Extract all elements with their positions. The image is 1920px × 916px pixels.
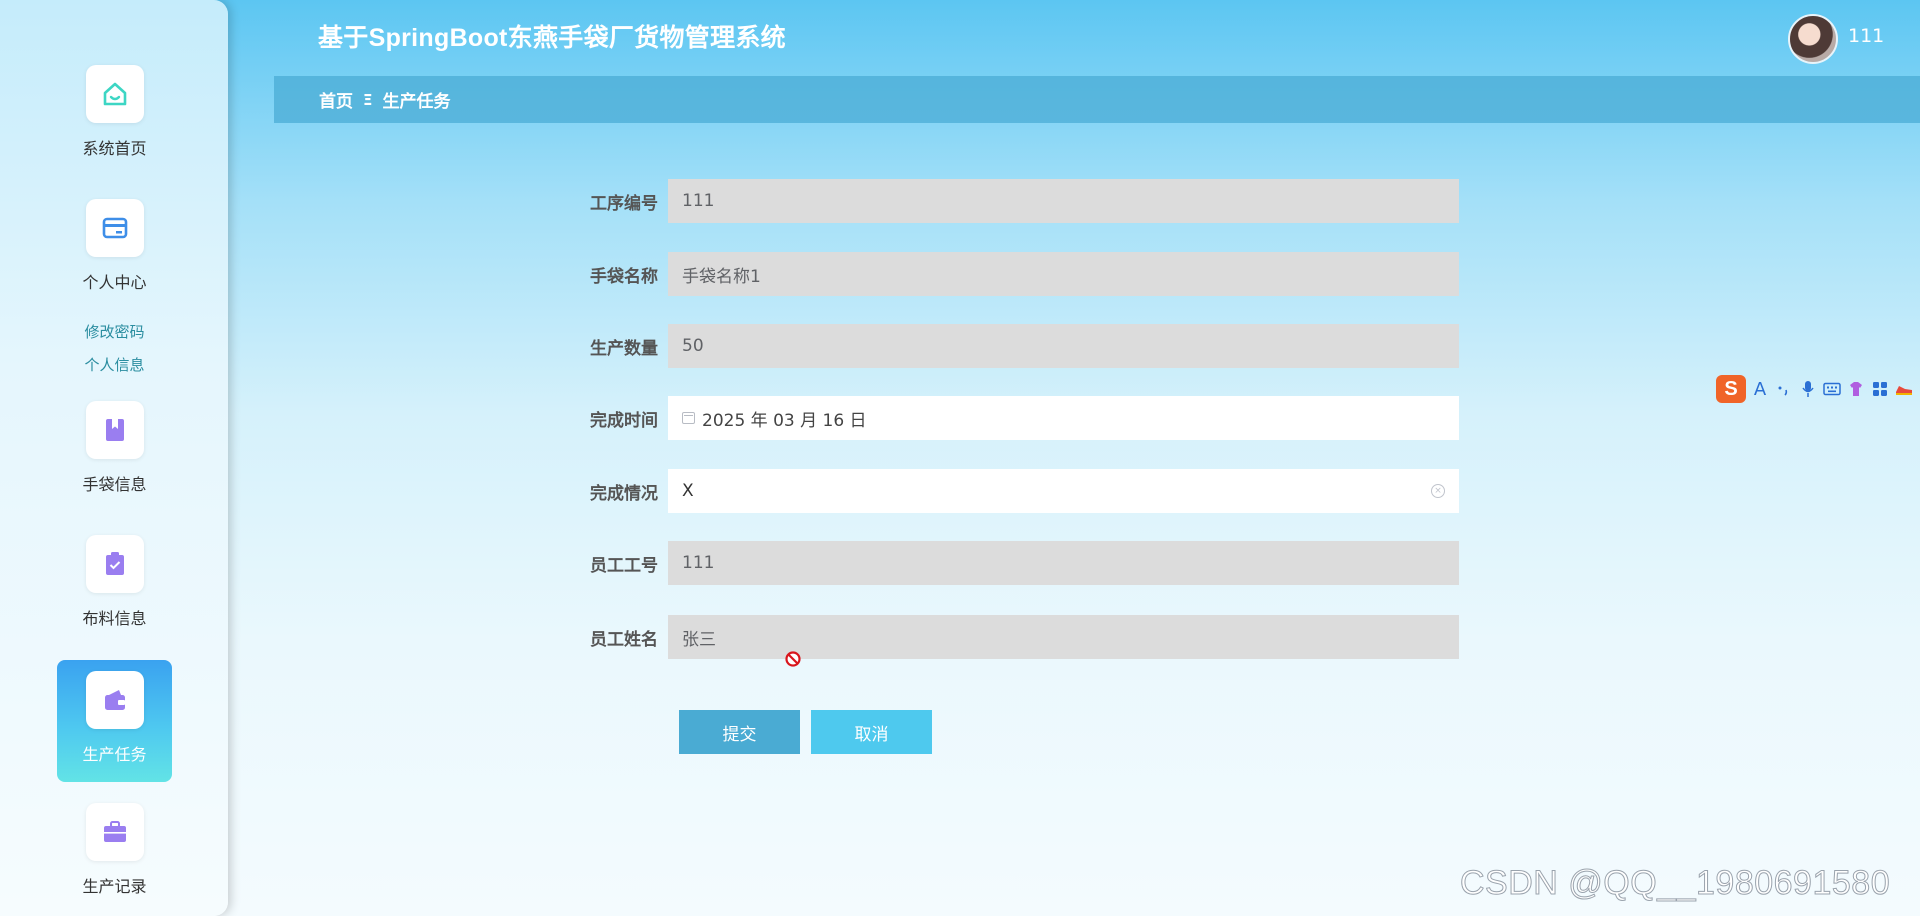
sidebar-item-production-record[interactable]: 生产记录 (57, 803, 172, 897)
sidebar-sublink-personal-info[interactable]: 个人信息 (57, 354, 172, 375)
sidebar-sublink-change-password[interactable]: 修改密码 (57, 321, 172, 342)
form-row-employee-no: 员工工号 (560, 541, 1459, 585)
sneaker-icon[interactable] (1894, 379, 1914, 399)
microphone-icon[interactable] (1798, 379, 1818, 399)
briefcase-icon (85, 803, 144, 861)
app-title: 基于SpringBoot东燕手袋厂货物管理系统 (318, 24, 786, 52)
handbag-name-field[interactable] (668, 252, 1459, 296)
form-label: 员工工号 (590, 555, 658, 576)
not-allowed-cursor-icon (785, 651, 801, 667)
form-row-quantity: 生产数量 (560, 324, 1459, 368)
sidebar-item-label: 个人中心 (82, 273, 147, 292)
sidebar-item-fabric-info[interactable]: 布料信息 (57, 535, 172, 629)
skin-icon[interactable] (1846, 379, 1866, 399)
watermark: CSDN @QQ__1980691580 (1459, 864, 1891, 903)
form-row-handbag-name: 手袋名称 (560, 252, 1459, 296)
sidebar-item-home[interactable]: 系统首页 (57, 65, 172, 159)
form-row-completion-status: 完成情况 × (560, 469, 1459, 513)
avatar[interactable] (1788, 14, 1838, 64)
card-icon (85, 199, 144, 257)
calendar-icon (682, 412, 695, 424)
process-no-field[interactable] (668, 179, 1459, 223)
clipboard-icon (85, 535, 144, 593)
sidebar-item-label: 生产任务 (82, 745, 147, 764)
form-label: 完成时间 (590, 410, 658, 431)
form-row-employee-name: 员工姓名 (560, 615, 1459, 659)
sidebar-item-production-task[interactable]: 生产任务 (57, 660, 172, 782)
completion-status-field[interactable] (668, 469, 1459, 513)
employee-no-field[interactable] (668, 541, 1459, 585)
wallet-icon (85, 671, 144, 729)
completion-time-datepicker[interactable]: 2025 年 03 月 16 日 (668, 396, 1459, 440)
toolbox-icon[interactable] (1870, 379, 1890, 399)
username[interactable]: 111 (1848, 25, 1884, 47)
ime-toolbar[interactable]: S A (1716, 374, 1920, 404)
cancel-button[interactable]: 取消 (811, 710, 932, 754)
form-row-process-no: 工序编号 (560, 179, 1459, 223)
punctuation-icon[interactable] (1774, 379, 1794, 399)
quantity-field[interactable] (668, 324, 1459, 368)
sidebar-item-profile[interactable]: 个人中心 (57, 199, 172, 293)
form-label: 员工姓名 (590, 629, 658, 650)
sidebar-item-handbag-info[interactable]: 手袋信息 (57, 401, 172, 495)
home-icon (85, 65, 144, 123)
sidebar-item-label: 系统首页 (82, 139, 147, 158)
sidebar: 系统首页 个人中心 修改密码 个人信息 手袋信息 布料信息 生产任务 生产记录 (0, 0, 228, 916)
breadcrumb-separator-icon: Ξ (363, 90, 373, 109)
sidebar-item-label: 手袋信息 (82, 475, 147, 494)
keyboard-icon[interactable] (1822, 379, 1842, 399)
form-label: 完成情况 (590, 483, 658, 504)
sidebar-item-label: 布料信息 (82, 609, 147, 628)
completion-time-value: 2025 年 03 月 16 日 (702, 410, 867, 431)
breadcrumb: 首页 Ξ 生产任务 (274, 76, 1920, 123)
sidebar-item-label: 生产记录 (82, 877, 147, 896)
form-label: 手袋名称 (590, 266, 658, 287)
breadcrumb-current: 生产任务 (382, 92, 451, 112)
form-row-completion-time: 完成时间 2025 年 03 月 16 日 (560, 396, 1459, 440)
completion-status-wrap: × (668, 469, 1459, 513)
breadcrumb-home[interactable]: 首页 (319, 87, 353, 112)
submit-button[interactable]: 提交 (679, 710, 800, 754)
sogou-logo-icon[interactable]: S (1716, 375, 1746, 403)
form-label: 生产数量 (590, 338, 658, 359)
book-icon (85, 401, 144, 459)
chinese-mode-icon[interactable]: A (1750, 379, 1770, 400)
clear-icon[interactable]: × (1431, 484, 1445, 498)
form-label: 工序编号 (590, 193, 658, 214)
